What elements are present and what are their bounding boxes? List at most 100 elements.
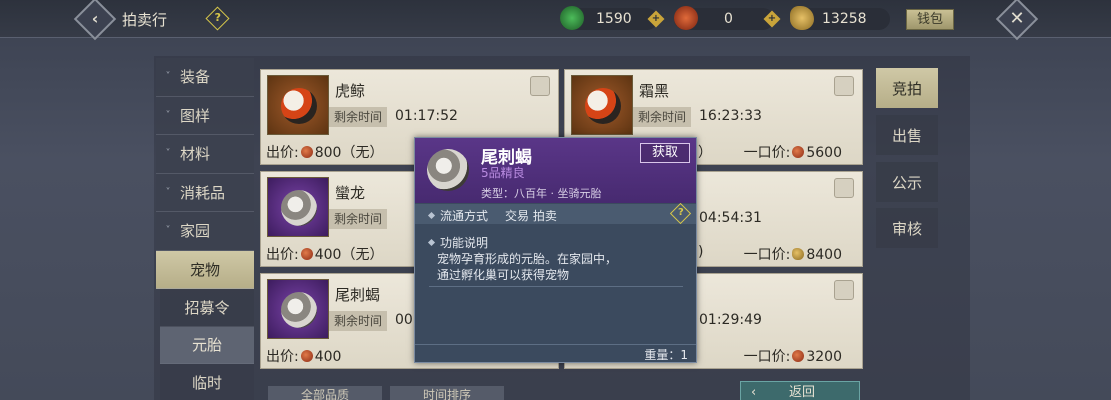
item-thumbnail xyxy=(267,75,329,135)
red-coin-icon xyxy=(300,350,313,362)
item-name: 虎鲸 xyxy=(335,82,366,100)
category-sidebar: ˅ 装备 ˅ 图样 ˅ 材料 ˅ 消耗品 ˅ 家园 宠物 招募令 元胎 临时 xyxy=(156,58,254,400)
close-icon: ✕ xyxy=(1009,8,1025,29)
quality-filter-dropdown[interactable]: 全部品质 xyxy=(268,386,382,400)
circulation-row: 流通方式 交易 拍卖 xyxy=(415,204,696,224)
favorite-checkbox[interactable] xyxy=(834,76,854,96)
buyout-value: 5600 xyxy=(806,145,842,161)
sidebar-item-consumables[interactable]: ˅ 消耗品 xyxy=(156,173,254,212)
gold-coin-icon xyxy=(790,6,814,30)
item-name: 尾刺蝎 xyxy=(335,286,381,304)
chevron-down-icon: ˅ xyxy=(165,71,171,83)
item-weight: 重量：1 xyxy=(644,348,688,362)
buyout-price: 一口价: 8400 xyxy=(744,244,842,264)
favorite-checkbox[interactable] xyxy=(834,178,854,198)
bid-label: 出价: xyxy=(266,247,299,263)
sidebar-item-patterns[interactable]: ˅ 图样 xyxy=(156,96,254,135)
time-remaining: 16:23:33 xyxy=(699,108,762,124)
buyout-value: 3200 xyxy=(806,349,842,365)
chevron-down-icon: ˅ xyxy=(165,225,171,237)
chevron-down-icon: ˅ xyxy=(165,186,171,198)
question-icon: ? xyxy=(677,207,684,219)
bid-price: ) xyxy=(698,244,704,260)
red-coin-icon xyxy=(300,146,313,158)
sidebar-subitem-recruit[interactable]: 招募令 xyxy=(160,289,254,327)
gold-coin-amount: 13258 xyxy=(822,11,867,27)
circulation-value: 交易 拍卖 xyxy=(505,209,557,223)
bid-value: 400（无） xyxy=(314,247,384,263)
plus-icon: + xyxy=(651,13,661,24)
sidebar-item-equipment[interactable]: ˅ 装备 xyxy=(156,58,254,97)
tooltip-item-type: 类型：八百年 · 坐骑元胎 xyxy=(481,187,602,200)
tab-sell[interactable]: 出售 xyxy=(876,115,938,155)
description-title-wrap: 功能说明 xyxy=(415,234,696,251)
page-title: 拍卖行 xyxy=(122,11,168,29)
scorpion-embryo-icon xyxy=(427,149,469,191)
function-description: 功能说明 宠物孕育形成的元胎。在家园中， 通过孵化巢可以获得宠物 xyxy=(415,234,696,283)
bid-price: ） xyxy=(698,145,712,161)
time-sort-dropdown[interactable]: 时间排序 xyxy=(390,386,504,400)
red-coin-icon xyxy=(674,6,698,30)
sidebar-item-pets[interactable]: 宠物 xyxy=(156,250,254,289)
dragon-embryo-icon xyxy=(281,190,317,226)
time-label: 剩余时间 xyxy=(329,311,387,331)
red-coin-icon xyxy=(792,350,805,362)
red-coin-icon xyxy=(300,248,313,260)
buyout-price: 一口价: 5600 xyxy=(744,142,842,162)
buyout-price: 一口价: 3200 xyxy=(744,346,842,366)
return-button[interactable]: ‹ 返回 xyxy=(740,381,860,400)
red-coin-amount: 0 xyxy=(724,11,733,27)
sidebar-item-home[interactable]: ˅ 家园 xyxy=(156,212,254,251)
wallet-button[interactable]: 钱包 xyxy=(906,9,954,30)
buyout-label: 一口价: xyxy=(743,349,791,365)
bid-value: 400 xyxy=(314,349,342,365)
time-label: 剩余时间 xyxy=(329,209,387,229)
favorite-checkbox[interactable] xyxy=(530,76,550,96)
add-red-coin-button[interactable]: + xyxy=(763,10,781,28)
sidebar-item-label: 宠物 xyxy=(189,260,220,279)
arrow-left-icon: ‹ xyxy=(751,385,757,400)
divider xyxy=(429,286,683,287)
bid-label: 出价: xyxy=(266,349,299,365)
scorpion-embryo-icon xyxy=(281,292,317,328)
obtain-button[interactable]: 获取 xyxy=(640,143,690,163)
currency-gold: 13258 xyxy=(790,6,890,30)
add-jade-button[interactable]: + xyxy=(647,10,665,28)
sidebar-item-materials[interactable]: ˅ 材料 xyxy=(156,135,254,174)
sidebar-item-label: 家园 xyxy=(180,222,211,241)
tooltip-item-grade: 5品精良 xyxy=(481,166,525,180)
currency-jade: 1590 + xyxy=(560,6,665,30)
sidebar-subitem-embryo[interactable]: 元胎 xyxy=(160,326,254,364)
tab-announce[interactable]: 公示 xyxy=(876,162,938,202)
tab-review[interactable]: 审核 xyxy=(876,208,938,248)
item-thumbnail xyxy=(267,279,329,339)
item-tooltip: 尾刺蝎 5品精良 类型：八百年 · 坐骑元胎 获取 流通方式 交易 拍卖 ? 功… xyxy=(414,137,697,363)
time-remaining: 01:29:49 xyxy=(699,312,762,328)
chevron-left-icon: ‹ xyxy=(91,9,99,28)
chevron-down-icon: ˅ xyxy=(165,148,171,160)
tab-bidding[interactable]: 竞拍 xyxy=(876,68,938,108)
sidebar-item-label: 图样 xyxy=(180,106,211,125)
sidebar-item-label: 材料 xyxy=(180,145,211,164)
buyout-label: 一口价: xyxy=(743,145,791,161)
bid-price: 出价: 800（无） xyxy=(266,142,383,162)
item-thumbnail xyxy=(267,177,329,237)
plus-icon: + xyxy=(767,13,777,24)
red-coin-icon xyxy=(792,146,805,158)
frost-embryo-icon xyxy=(585,88,621,124)
description-line: 宠物孕育形成的元胎。在家园中， xyxy=(437,252,618,266)
sidebar-subitem-temporary[interactable]: 临时 xyxy=(160,364,254,400)
buyout-value: 8400 xyxy=(806,247,842,263)
time-remaining: 04:54:31 xyxy=(699,210,762,226)
jade-amount: 1590 xyxy=(596,11,632,27)
gold-coin-icon xyxy=(792,248,805,260)
item-thumbnail xyxy=(571,75,633,135)
description-title: 功能说明 xyxy=(440,236,489,250)
favorite-checkbox[interactable] xyxy=(834,280,854,300)
bid-label: 出价: xyxy=(266,145,299,161)
time-label: 剩余时间 xyxy=(329,107,387,127)
time-remaining: 00 xyxy=(395,312,413,328)
currency-red: 0 + xyxy=(674,6,781,30)
jade-icon xyxy=(560,6,584,30)
circulation-label-wrap: 流通方式 xyxy=(415,207,488,224)
